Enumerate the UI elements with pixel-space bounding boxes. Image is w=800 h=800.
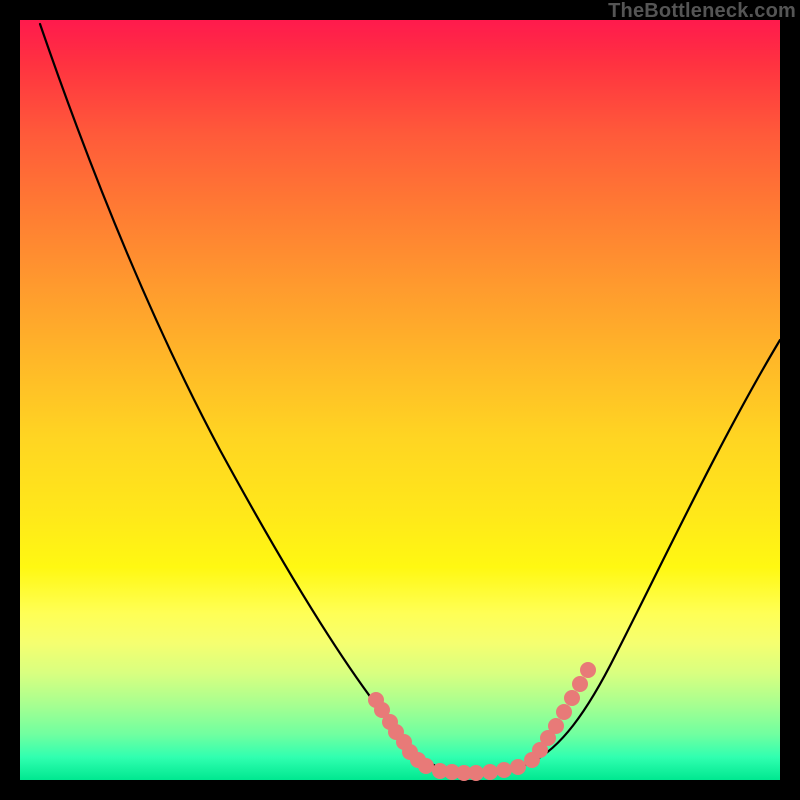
marker-right-4 [556,704,572,720]
bottleneck-curve [40,24,780,772]
watermark-text: TheBottleneck.com [608,0,796,23]
marker-bottom-6 [510,759,526,775]
chart-frame: TheBottleneck.com [0,0,800,800]
curve-layer [20,20,780,780]
marker-bottom-3 [468,765,484,781]
marker-right-3 [548,718,564,734]
marker-right-7 [580,662,596,678]
marker-left-7 [418,758,434,774]
plot-area [20,20,780,780]
marker-bottom-4 [482,764,498,780]
marker-right-5 [564,690,580,706]
marker-right-6 [572,676,588,692]
marker-bottom-5 [496,762,512,778]
